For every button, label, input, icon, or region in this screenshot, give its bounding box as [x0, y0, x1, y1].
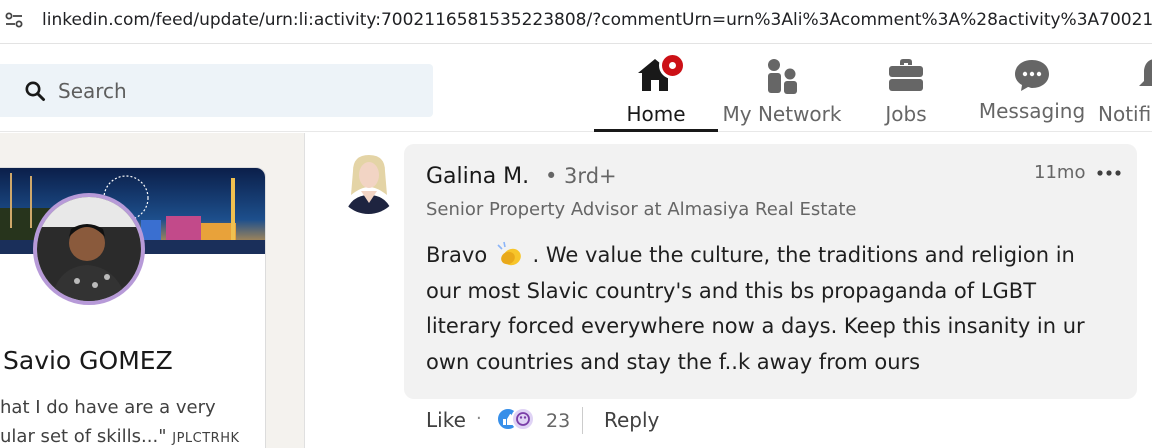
nav-messaging[interactable]: Messaging: [976, 53, 1088, 132]
top-navigation: Home My Network Jobs Messaging: [0, 45, 1152, 132]
nav-jobs-label: Jobs: [885, 102, 927, 126]
briefcase-icon: [889, 59, 923, 91]
comment-author-headline: Senior Property Advisor at Almasiya Real…: [426, 199, 857, 220]
search-box[interactable]: [0, 64, 433, 117]
like-button[interactable]: Like: [426, 408, 466, 432]
comment-text-start: Bravo: [426, 243, 494, 267]
comment-author-name[interactable]: Galina M.: [426, 164, 529, 189]
nav-home-label: Home: [626, 102, 686, 126]
people-icon: [768, 59, 797, 94]
nav-notifications[interactable]: Notifi: [1092, 53, 1152, 132]
url-text[interactable]: linkedin.com/feed/update/urn:li:activity…: [42, 10, 1152, 30]
action-divider: [582, 407, 583, 434]
nav-my-network-label: My Network: [722, 102, 842, 126]
comment-timestamp: 11mo: [1034, 162, 1086, 183]
search-icon: [25, 81, 45, 101]
profile-tagline-code: JPLCTRHK: [172, 431, 240, 446]
nav-notifications-label: Notifi: [1098, 102, 1152, 126]
search-input[interactable]: [58, 64, 418, 117]
action-separator: ·: [476, 408, 482, 429]
connection-degree: • 3rd+: [545, 164, 617, 188]
clapping-hands-icon: [497, 241, 521, 266]
notification-badge: [659, 52, 686, 79]
reply-button[interactable]: Reply: [604, 408, 659, 432]
profile-tagline-line2: ular set of skills...": [0, 426, 167, 447]
profile-tagline: hat I do have are a very ular set of ski…: [0, 393, 262, 448]
more-options-icon[interactable]: [1096, 163, 1122, 183]
site-settings-icon[interactable]: [4, 10, 24, 30]
active-tab-indicator: [594, 129, 718, 132]
profile-avatar[interactable]: [33, 193, 145, 305]
comment-text: Bravo . We value the culture, the tradit…: [426, 238, 1116, 380]
commenter-avatar[interactable]: [337, 151, 400, 214]
bell-icon: [1139, 59, 1152, 86]
reactions-icons[interactable]: [496, 406, 538, 432]
chat-icon: [1015, 60, 1049, 91]
profile-name[interactable]: Savio GOMEZ: [3, 346, 173, 375]
profile-tagline-line1: hat I do have are a very: [0, 397, 216, 418]
browser-address-bar[interactable]: linkedin.com/feed/update/urn:li:activity…: [0, 0, 1152, 44]
nav-my-network[interactable]: My Network: [722, 53, 842, 132]
profile-photo: [37, 197, 141, 301]
nav-home[interactable]: Home: [594, 53, 718, 132]
nav-jobs[interactable]: Jobs: [862, 53, 950, 132]
nav-messaging-label: Messaging: [978, 99, 1086, 123]
reaction-count[interactable]: 23: [546, 410, 570, 432]
commenter-photo: [337, 151, 400, 214]
